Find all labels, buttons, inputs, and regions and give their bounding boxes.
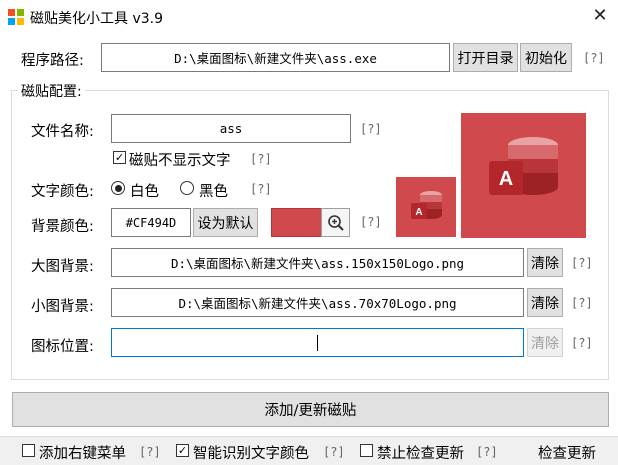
bg-color-label: 背景颜色: xyxy=(31,219,94,235)
hide-text-help[interactable]: [?] xyxy=(250,152,272,166)
large-bg-label: 大图背景: xyxy=(31,259,94,275)
initialize-button[interactable]: 初始化 xyxy=(520,43,572,72)
context-menu-help[interactable]: [?] xyxy=(139,445,161,459)
context-menu-label[interactable]: 添加右键菜单 xyxy=(39,442,126,463)
large-bg-field[interactable]: D:\桌面图标\新建文件夹\ass.150x150Logo.png xyxy=(111,248,524,277)
disable-update-help[interactable]: [?] xyxy=(476,445,498,459)
white-radio[interactable] xyxy=(111,181,125,195)
small-tile-letter: A xyxy=(415,207,422,218)
access-icon-small: A xyxy=(411,191,442,219)
program-path-label: 程序路径: xyxy=(21,53,84,69)
window-title: 磁贴美化小工具 v3.9 xyxy=(30,11,163,27)
program-path-field[interactable]: D:\桌面图标\新建文件夹\ass.exe xyxy=(101,43,450,72)
smart-color-label[interactable]: 智能识别文字颜色 xyxy=(193,442,309,463)
hide-text-label[interactable]: 磁贴不显示文字 xyxy=(129,149,231,170)
small-bg-help[interactable]: [?] xyxy=(571,296,593,310)
access-icon: A xyxy=(489,137,558,195)
small-bg-field[interactable]: D:\桌面图标\新建文件夹\ass.70x70Logo.png xyxy=(111,288,524,317)
filename-help[interactable]: [?] xyxy=(360,122,382,136)
zoom-picker-button[interactable] xyxy=(321,208,350,237)
disable-update-label[interactable]: 禁止检查更新 xyxy=(377,442,464,463)
bg-color-field[interactable]: #CF494D xyxy=(111,208,191,237)
tile-config-label: 磁贴配置: xyxy=(18,81,85,101)
color-swatch[interactable] xyxy=(271,208,322,237)
filename-field[interactable]: ass xyxy=(111,114,351,143)
white-radio-label[interactable]: 白色 xyxy=(130,180,159,201)
close-button[interactable]: ✕ xyxy=(590,6,610,26)
icon-pos-clear-button[interactable]: 清除 xyxy=(527,328,563,357)
path-help[interactable]: [?] xyxy=(583,51,605,65)
open-directory-button[interactable]: 打开目录 xyxy=(453,43,518,72)
small-bg-label: 小图背景: xyxy=(31,299,94,315)
icon-pos-help[interactable]: [?] xyxy=(571,336,593,350)
text-color-help[interactable]: [?] xyxy=(250,182,272,196)
large-tile-letter: A xyxy=(499,168,513,190)
text-cursor xyxy=(317,335,318,351)
set-default-button[interactable]: 设为默认 xyxy=(193,208,258,237)
bg-color-help[interactable]: [?] xyxy=(360,215,382,229)
large-tile-preview: A xyxy=(461,113,586,238)
magnifier-icon xyxy=(327,214,344,231)
black-radio-label[interactable]: 黑色 xyxy=(199,180,228,201)
small-bg-clear-button[interactable]: 清除 xyxy=(527,288,563,317)
context-menu-checkbox[interactable] xyxy=(22,444,35,457)
windows-logo-icon xyxy=(8,9,24,25)
check-update-link[interactable]: 检查更新 xyxy=(538,442,596,463)
smart-color-help[interactable]: [?] xyxy=(323,445,345,459)
small-tile-preview: A xyxy=(396,177,456,237)
black-radio[interactable] xyxy=(180,181,194,195)
large-bg-help[interactable]: [?] xyxy=(571,256,593,270)
icon-pos-label: 图标位置: xyxy=(31,339,94,355)
large-bg-clear-button[interactable]: 清除 xyxy=(527,248,563,277)
hide-text-checkbox[interactable]: ✓ xyxy=(113,151,126,164)
smart-color-checkbox[interactable]: ✓ xyxy=(176,444,189,457)
disable-update-checkbox[interactable] xyxy=(360,444,373,457)
text-color-label: 文字颜色: xyxy=(31,184,94,200)
filename-label: 文件名称: xyxy=(31,124,94,140)
add-update-tile-button[interactable]: 添加/更新磁贴 xyxy=(12,392,609,427)
